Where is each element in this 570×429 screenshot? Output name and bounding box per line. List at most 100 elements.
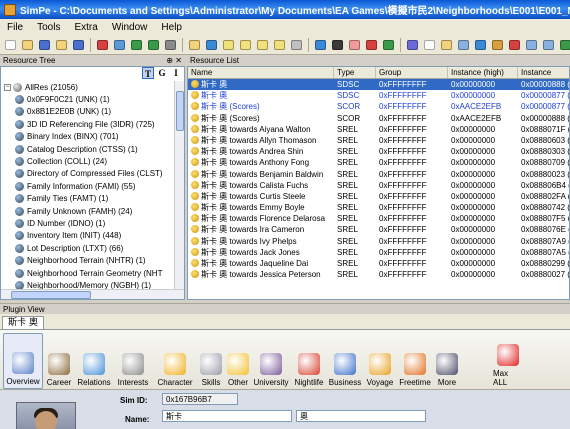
table-row[interactable]: 斯卡 奧 towards Benjamin Baldwin SREL 0xFFFFF… (188, 169, 569, 180)
category-career-button[interactable]: Career (43, 333, 75, 389)
config-icon[interactable] (405, 38, 420, 52)
tree-vertical-scrollbar[interactable] (174, 81, 184, 289)
save-icon[interactable] (37, 38, 52, 52)
tree-item[interactable]: Directory of Compressed Files (CLST) (1, 168, 184, 180)
category-freetime-button[interactable]: Freetime (397, 333, 433, 389)
category-voyage-button[interactable]: Voyage (363, 333, 397, 389)
table-row[interactable]: 斯卡 奧 towards Jessica Peterson SREL 0xFFFFF… (188, 269, 569, 280)
scroll-thumb[interactable] (11, 291, 91, 299)
open-icon[interactable] (20, 38, 35, 52)
menu-window[interactable]: Window (105, 22, 155, 33)
list-icon[interactable] (541, 38, 556, 52)
find-icon[interactable] (163, 38, 178, 52)
table-row[interactable]: 斯卡 奧 towards Calista Fuchs SREL 0xFFFFFFFF… (188, 180, 569, 191)
column-name[interactable]: Name (188, 67, 334, 78)
table-row[interactable]: 斯卡 奧 towards Anthony Fong SREL 0xFFFFFFFF 0… (188, 157, 569, 168)
menu-extra[interactable]: Extra (67, 22, 104, 33)
tree-item[interactable]: Family Unknown (FAMH) (24) (1, 205, 184, 217)
column-group[interactable]: Group (376, 67, 448, 78)
category-character-button[interactable]: Character (153, 333, 197, 389)
tree-horizontal-scrollbar[interactable] (1, 289, 184, 299)
table-row[interactable]: 斯卡 奧 towards Aiyana Walton SREL 0xFFFFFFFF… (188, 124, 569, 135)
tree-mode-g-button[interactable]: G (156, 67, 168, 79)
tree-item[interactable]: 0x8B1E2E0B (UNK) (1) (1, 106, 184, 118)
tab-sim-description[interactable]: 斯卡 奧 (2, 316, 44, 329)
tree-root-item[interactable]: − AllRes (21056) (1, 81, 184, 93)
table-row[interactable]: 斯卡 奧 (Scores) SCOR 0xFFFFFFFF 0xAACE2EFB 0x0… (188, 101, 569, 112)
disk-icon[interactable] (71, 38, 86, 52)
plugin-icon[interactable] (473, 38, 488, 52)
category-other-button[interactable]: Other (225, 333, 251, 389)
refresh-icon[interactable] (313, 38, 328, 52)
scroll-thumb[interactable] (176, 91, 184, 131)
tree-item[interactable]: Lot Description (LTXT) (66) (1, 242, 184, 254)
table-row[interactable]: 斯卡 奧 towards Andrea Shin SREL 0xFFFFFFFF 0x… (188, 146, 569, 157)
check-icon[interactable] (381, 38, 396, 52)
marker-icon[interactable] (364, 38, 379, 52)
sim-icon[interactable] (330, 38, 345, 52)
page-icon[interactable] (422, 38, 437, 52)
tree-item[interactable]: Family Ties (FAMT) (1) (1, 193, 184, 205)
tree-item[interactable]: Neighborhood Terrain (NHTR) (1) (1, 254, 184, 266)
tree-item[interactable]: Neighborhood Terrain Geometry (NHT (1, 267, 184, 279)
tree-item[interactable]: Inventory Item (INIT) (448) (1, 230, 184, 242)
mail-icon[interactable] (272, 38, 287, 52)
table-row[interactable]: 斯卡 奧 towards Jaqueline Dai SREL 0xFFFFFFFF… (188, 258, 569, 269)
tree-item[interactable]: Collection (COLL) (24) (1, 155, 184, 167)
tree-item[interactable]: Catalog Description (CTSS) (1) (1, 143, 184, 155)
table-row[interactable]: 斯卡 奧 SDSC 0xFFFFFFFF 0x00000000 0x00000877 ( (188, 90, 569, 101)
category-overview-button[interactable]: Overview (3, 333, 43, 389)
category-relations-button[interactable]: Relations (75, 333, 113, 389)
table-row[interactable]: 斯卡 奧 towards Curtis Steele SREL 0xFFFFFFFF… (188, 191, 569, 202)
export2-icon[interactable] (558, 38, 570, 52)
tree-item[interactable]: Binary Index (BINX) (701) (1, 131, 184, 143)
notes-icon[interactable] (187, 38, 202, 52)
column-instance[interactable]: Instance (518, 67, 569, 78)
table-row[interactable]: 斯卡 奧 SDSC 0xFFFFFFFF 0x00000000 0x00000888 ( (188, 79, 569, 91)
comment-icon[interactable] (221, 38, 236, 52)
export-icon[interactable] (146, 38, 161, 52)
eraser-icon[interactable] (347, 38, 362, 52)
table-row[interactable]: 斯卡 奧 towards Allyn Thomason SREL 0xFFFFFFF… (188, 135, 569, 146)
import-icon[interactable] (129, 38, 144, 52)
tree-mode-t-button[interactable]: T (142, 67, 154, 79)
category-nightlife-button[interactable]: Nightlife (291, 333, 327, 389)
last-name-field[interactable]: 奧 (296, 410, 426, 422)
card-icon[interactable] (289, 38, 304, 52)
tree-item[interactable]: 3D ID Referencing File (3IDR) (725) (1, 118, 184, 130)
column-type[interactable]: Type (334, 67, 376, 78)
image-icon[interactable] (524, 38, 539, 52)
table-icon[interactable] (456, 38, 471, 52)
category-business-button[interactable]: Business (327, 333, 363, 389)
chat2-icon[interactable] (255, 38, 270, 52)
table-row[interactable]: 斯卡 奧 towards Ivy Phelps SREL 0xFFFFFFFF 0x0… (188, 236, 569, 247)
category-interests-button[interactable]: Interests (113, 333, 153, 389)
category-skills-button[interactable]: Skills (197, 333, 225, 389)
folder-icon[interactable] (54, 38, 69, 52)
table-row[interactable]: 斯卡 奧 towards Ira Cameron SREL 0xFFFFFFFF 0x… (188, 224, 569, 235)
web-icon[interactable] (204, 38, 219, 52)
clone-icon[interactable] (112, 38, 127, 52)
tree-item[interactable]: 0x0F9F0C21 (UNK) (1) (1, 93, 184, 105)
table-row[interactable]: 斯卡 奧 towards Emmy Boyle SREL 0xFFFFFFFF 0x0… (188, 202, 569, 213)
column-instance-high[interactable]: Instance (high) (448, 67, 518, 78)
menu-file[interactable]: File (0, 22, 30, 33)
cube-icon[interactable] (490, 38, 505, 52)
menu-tools[interactable]: Tools (30, 22, 67, 33)
collapse-icon[interactable]: − (4, 83, 11, 91)
package-icon[interactable] (439, 38, 454, 52)
tree-mode-i-button[interactable]: I (170, 67, 182, 79)
table-row[interactable]: 斯卡 奧 (Scores) SCOR 0xFFFFFFFF 0xAACE2EFB 0x0… (188, 113, 569, 124)
category-max-all-button[interactable]: Max ALL (493, 333, 523, 389)
category-university-button[interactable]: University (251, 333, 291, 389)
pin-icon[interactable]: ⊕ ✕ (166, 55, 182, 66)
table-row[interactable]: 斯卡 奧 towards Jack Jones SREL 0xFFFFFFFF 0x0… (188, 247, 569, 258)
stamp-icon[interactable] (507, 38, 522, 52)
table-row[interactable]: 斯卡 奧 towards Florence Delarosa SREL 0xFFFF… (188, 213, 569, 224)
tree-item[interactable]: ID Number (IDNO) (1) (1, 217, 184, 229)
chat-icon[interactable] (238, 38, 253, 52)
menu-help[interactable]: Help (154, 22, 189, 33)
tree-item[interactable]: Family Information (FAMI) (55) (1, 180, 184, 192)
first-name-field[interactable]: 斯卡 (162, 410, 292, 422)
new-icon[interactable] (3, 38, 18, 52)
